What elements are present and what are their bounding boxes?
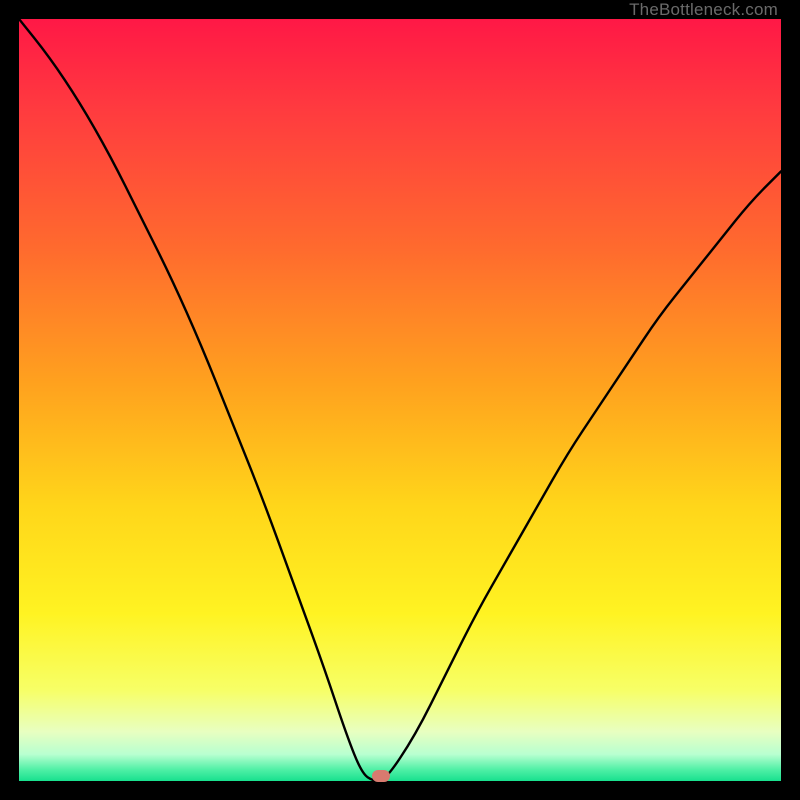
- chart-frame: TheBottleneck.com: [0, 0, 800, 800]
- watermark-text: TheBottleneck.com: [629, 0, 778, 20]
- optimal-point-marker: [372, 770, 390, 782]
- bottleneck-curve: [19, 19, 781, 781]
- plot-area: [19, 19, 781, 781]
